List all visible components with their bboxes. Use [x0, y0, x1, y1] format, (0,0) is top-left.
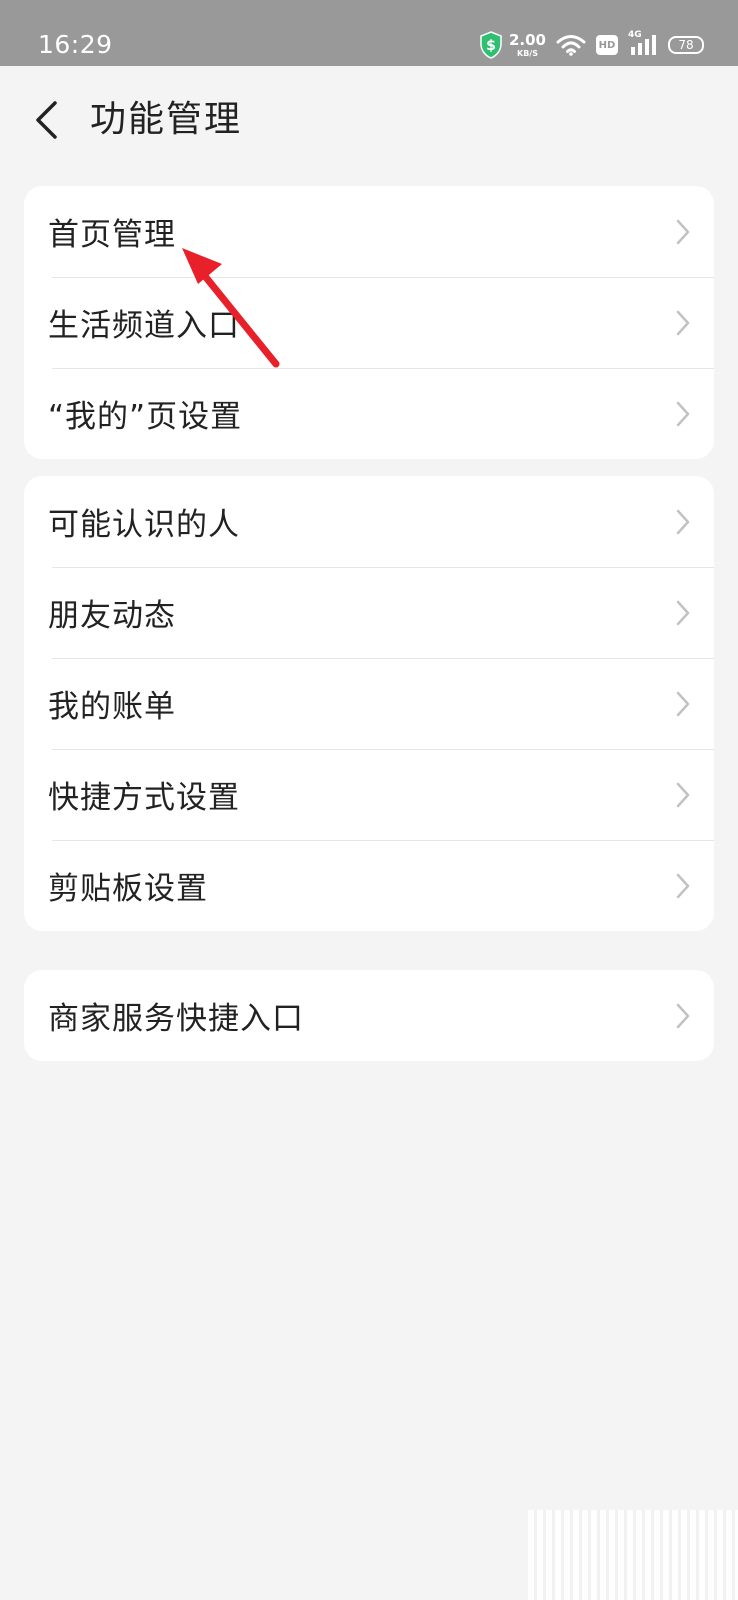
menu-item-label: 朋友动态 [48, 598, 176, 634]
watermark [528, 1510, 738, 1600]
menu-item-homepage-management[interactable]: 首页管理 [24, 186, 714, 277]
status-icons: $ 2.00 KB/S HD 4G 78 [469, 28, 704, 62]
menu-item-people-you-may-know[interactable]: 可能认识的人 [24, 476, 714, 567]
cellular-signal-icon: 4G [628, 30, 658, 57]
network-speed-unit: KB/S [517, 48, 538, 58]
chevron-right-icon [676, 1003, 690, 1028]
menu-item-my-page-settings[interactable]: “我的”页设置 [24, 368, 714, 459]
menu-item-life-channel-entry[interactable]: 生活频道入口 [24, 277, 714, 368]
menu-item-label: 剪贴板设置 [48, 871, 208, 907]
page-header: 功能管理 [0, 66, 738, 186]
menu-item-label: 快捷方式设置 [48, 780, 240, 816]
menu-item-label: 商家服务快捷入口 [48, 1001, 304, 1037]
status-time: 16:29 [38, 30, 113, 59]
menu-item-my-bills[interactable]: 我的账单 [24, 658, 714, 749]
menu-item-label: “我的”页设置 [48, 399, 243, 435]
chevron-right-icon [676, 401, 690, 426]
menu-item-label: 首页管理 [48, 217, 176, 253]
settings-group-3: 商家服务快捷入口 [24, 970, 714, 1061]
menu-item-merchant-service-shortcut[interactable]: 商家服务快捷入口 [24, 970, 714, 1061]
chevron-right-icon [676, 600, 690, 625]
chevron-right-icon [676, 691, 690, 716]
menu-item-clipboard-settings[interactable]: 剪贴板设置 [24, 840, 714, 931]
chevron-right-icon [676, 509, 690, 534]
chevron-right-icon [676, 310, 690, 335]
network-speed-value: 2.00 [508, 30, 546, 49]
chevron-right-icon [676, 782, 690, 807]
menu-item-label: 我的账单 [48, 689, 176, 725]
menu-item-shortcut-settings[interactable]: 快捷方式设置 [24, 749, 714, 840]
chevron-right-icon [676, 219, 690, 244]
menu-item-label: 可能认识的人 [48, 507, 240, 543]
settings-group-2: 可能认识的人 朋友动态 我的账单 快捷方式设置 剪贴板设置 [24, 476, 714, 931]
chevron-left-icon [36, 101, 57, 139]
back-button[interactable] [26, 92, 66, 148]
settings-group-1: 首页管理 生活频道入口 “我的”页设置 [24, 186, 714, 459]
network-speed: 2.00 KB/S [508, 30, 546, 58]
wifi-icon [556, 35, 586, 56]
chevron-right-icon [676, 873, 690, 898]
status-bar: 16:29 $ 2.00 KB/S HD 4G 78 [0, 0, 738, 66]
page-title: 功能管理 [90, 99, 243, 140]
svg-text:$: $ [486, 38, 496, 54]
hd-icon: HD [596, 35, 618, 55]
menu-item-friend-updates[interactable]: 朋友动态 [24, 567, 714, 658]
shield-icon: $ [480, 31, 502, 59]
menu-item-label: 生活频道入口 [48, 308, 240, 344]
battery-icon: 78 [668, 36, 704, 54]
